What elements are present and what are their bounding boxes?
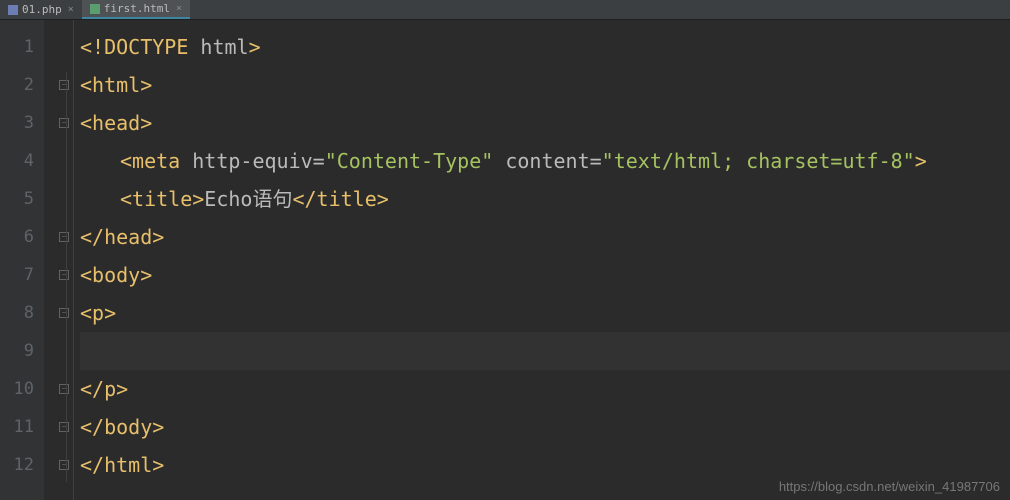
line-number: 12 xyxy=(0,446,44,484)
fold-icon[interactable]: − xyxy=(59,118,69,128)
watermark: https://blog.csdn.net/weixin_41987706 xyxy=(779,479,1000,494)
fold-icon[interactable]: − xyxy=(59,460,69,470)
code-line: <body> xyxy=(80,256,1010,294)
code-line: <meta http-equiv="Content-Type" content=… xyxy=(80,142,1010,180)
tab-first-html[interactable]: first.html × xyxy=(82,0,190,19)
line-number: 8 xyxy=(0,294,44,332)
code-line: </head> xyxy=(80,218,1010,256)
fold-icon[interactable]: − xyxy=(59,384,69,394)
editor: 1 2 3 4 5 6 7 8 9 10 11 12 − − − − − − −… xyxy=(0,20,1010,500)
code-area[interactable]: <!DOCTYPE html> <html> <head> <meta http… xyxy=(74,20,1010,500)
fold-icon[interactable]: − xyxy=(59,308,69,318)
code-line: <p> xyxy=(80,294,1010,332)
line-number: 3 xyxy=(0,104,44,142)
code-line: </p> xyxy=(80,370,1010,408)
line-number: 4 xyxy=(0,142,44,180)
line-gutter: 1 2 3 4 5 6 7 8 9 10 11 12 xyxy=(0,20,44,500)
code-line: <head> xyxy=(80,104,1010,142)
fold-column: − − − − − − − − xyxy=(44,20,74,500)
fold-icon[interactable]: − xyxy=(59,270,69,280)
code-line-current xyxy=(80,332,1010,370)
close-icon[interactable]: × xyxy=(176,3,182,14)
line-number: 11 xyxy=(0,408,44,446)
line-number: 1 xyxy=(0,28,44,66)
code-line: <title>Echo语句</title> xyxy=(80,180,1010,218)
close-icon[interactable]: × xyxy=(68,4,74,15)
tab-bar: 01.php × first.html × xyxy=(0,0,1010,20)
code-line: <html> xyxy=(80,66,1010,104)
tab-01-php[interactable]: 01.php × xyxy=(0,0,82,19)
tab-label: first.html xyxy=(104,2,170,15)
php-file-icon xyxy=(8,5,18,15)
fold-icon[interactable]: − xyxy=(59,232,69,242)
line-number: 9 xyxy=(0,332,44,370)
fold-icon[interactable]: − xyxy=(59,80,69,90)
html-file-icon xyxy=(90,4,100,14)
line-number: 10 xyxy=(0,370,44,408)
line-number: 6 xyxy=(0,218,44,256)
fold-icon[interactable]: − xyxy=(59,422,69,432)
line-number: 7 xyxy=(0,256,44,294)
code-line: <!DOCTYPE html> xyxy=(80,28,1010,66)
line-number: 5 xyxy=(0,180,44,218)
code-line: </body> xyxy=(80,408,1010,446)
line-number: 2 xyxy=(0,66,44,104)
tab-label: 01.php xyxy=(22,3,62,16)
